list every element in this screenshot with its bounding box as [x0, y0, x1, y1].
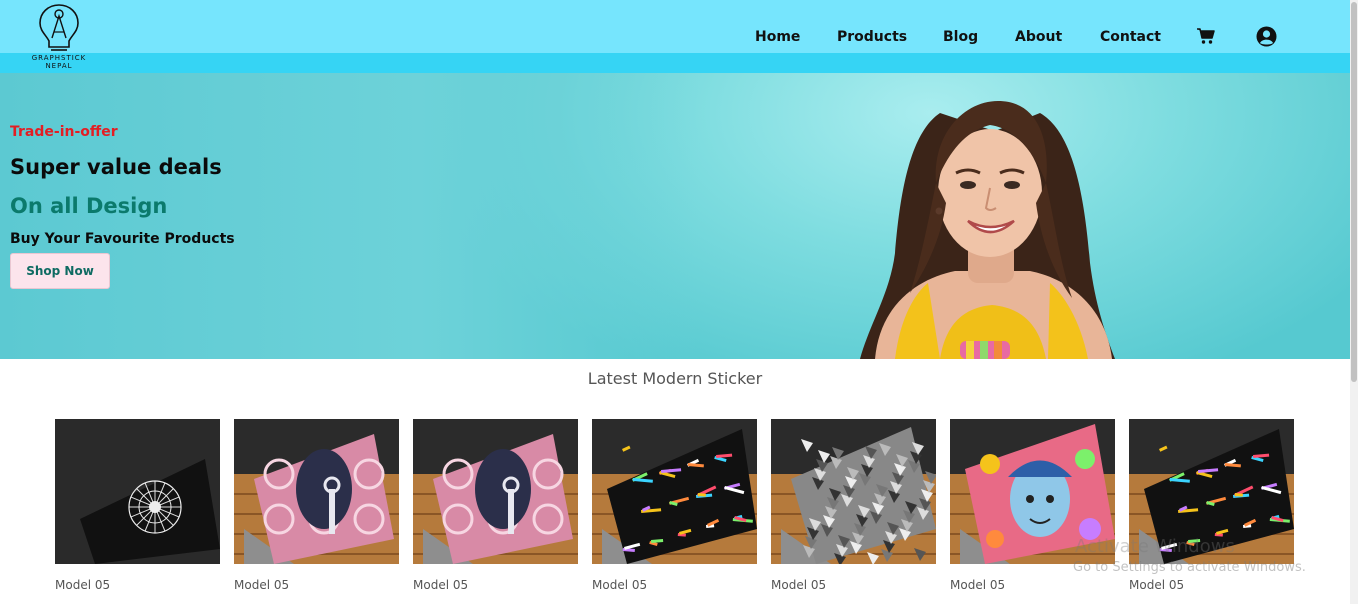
product-card[interactable]: Model 05 — [234, 419, 399, 592]
nav-home[interactable]: Home — [755, 26, 800, 48]
brand-name: GRAPHSTICK NEPAL — [31, 54, 87, 70]
nav-blog[interactable]: Blog — [943, 26, 978, 48]
nav-contact[interactable]: Contact — [1100, 26, 1161, 48]
lightbulb-icon — [39, 4, 79, 51]
page-scrollbar[interactable] — [1350, 0, 1358, 604]
product-image[interactable] — [234, 419, 399, 564]
product-image[interactable] — [592, 419, 757, 564]
hero-tagline: Buy Your Favourite Products — [10, 231, 235, 247]
product-label: Model 05 — [1129, 578, 1185, 592]
product-card[interactable]: Model 05 — [55, 419, 220, 592]
product-image[interactable] — [771, 419, 936, 564]
product-label: Model 05 — [950, 578, 1006, 592]
hero-banner: Trade-in-offer Super value deals On all … — [0, 73, 1350, 359]
cart-icon[interactable] — [1196, 26, 1218, 48]
hero-offer-text: Trade-in-offer — [10, 124, 118, 140]
hero-title: Super value deals — [10, 155, 222, 179]
user-circle-icon[interactable] — [1256, 26, 1278, 48]
product-label: Model 05 — [55, 578, 111, 592]
shop-now-button[interactable]: Shop Now — [10, 253, 110, 289]
hero-model-image — [860, 101, 1115, 359]
product-label: Model 05 — [771, 578, 827, 592]
product-label: Model 05 — [234, 578, 290, 592]
nav-about[interactable]: About — [1015, 26, 1062, 48]
brand-logo[interactable]: GRAPHSTICK NEPAL — [24, 2, 94, 70]
product-label: Model 05 — [592, 578, 648, 592]
os-activation-hint: Go to Settings to activate Windows. — [1073, 560, 1306, 575]
site-header: GRAPHSTICK NEPAL Home Products Blog Abou… — [0, 0, 1350, 73]
os-activation-watermark: Activate Windows — [1075, 536, 1235, 557]
section-title: Latest Modern Sticker — [587, 369, 763, 388]
product-card[interactable]: Model 05 — [592, 419, 757, 592]
product-image[interactable] — [413, 419, 578, 564]
scrollbar-thumb[interactable] — [1351, 2, 1357, 382]
hero-subtitle: On all Design — [10, 194, 168, 218]
nav-products[interactable]: Products — [837, 26, 907, 48]
product-image[interactable] — [55, 419, 220, 564]
product-label: Model 05 — [413, 578, 469, 592]
header-band — [0, 53, 1350, 73]
product-card[interactable]: Model 05 — [413, 419, 578, 592]
product-card[interactable]: Model 05 — [771, 419, 936, 592]
